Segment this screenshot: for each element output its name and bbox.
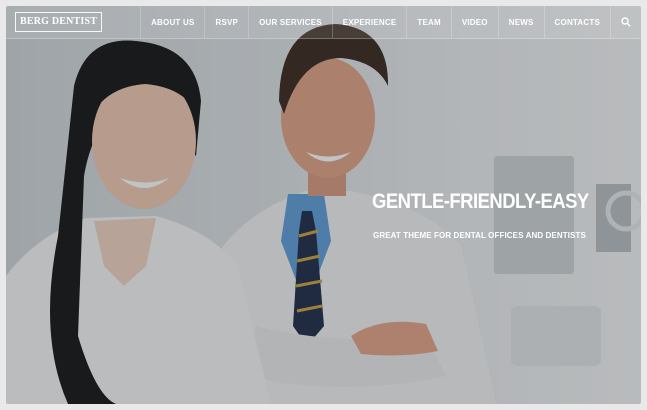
nav-item-contacts[interactable]: CONTACTS: [543, 6, 610, 38]
hero-title: GENTLE-FRIENDLY-EASY: [372, 190, 589, 213]
nav-item-video[interactable]: VIDEO: [450, 6, 498, 38]
nav-item-our-services[interactable]: OUR SERVICES: [248, 6, 332, 38]
nav-item-rsvp[interactable]: RSVP: [204, 6, 248, 38]
site-logo[interactable]: BERG DENTIST: [15, 12, 103, 32]
hero-subtitle: GREAT THEME FOR DENTAL OFFICES AND DENTI…: [373, 231, 586, 240]
nav-item-team[interactable]: TEAM: [406, 6, 450, 38]
main-nav: ABOUT US RSVP OUR SERVICES EXPERIENCE TE…: [140, 6, 641, 38]
hero-slider: BERG DENTIST ABOUT US RSVP OUR SERVICES …: [6, 6, 641, 404]
top-navbar: BERG DENTIST ABOUT US RSVP OUR SERVICES …: [6, 6, 641, 39]
nav-item-experience[interactable]: EXPERIENCE: [331, 6, 407, 38]
nav-item-about-us[interactable]: ABOUT US: [140, 6, 204, 38]
search-button[interactable]: [610, 6, 641, 38]
nav-item-news[interactable]: NEWS: [497, 6, 544, 38]
search-icon: [621, 17, 631, 27]
